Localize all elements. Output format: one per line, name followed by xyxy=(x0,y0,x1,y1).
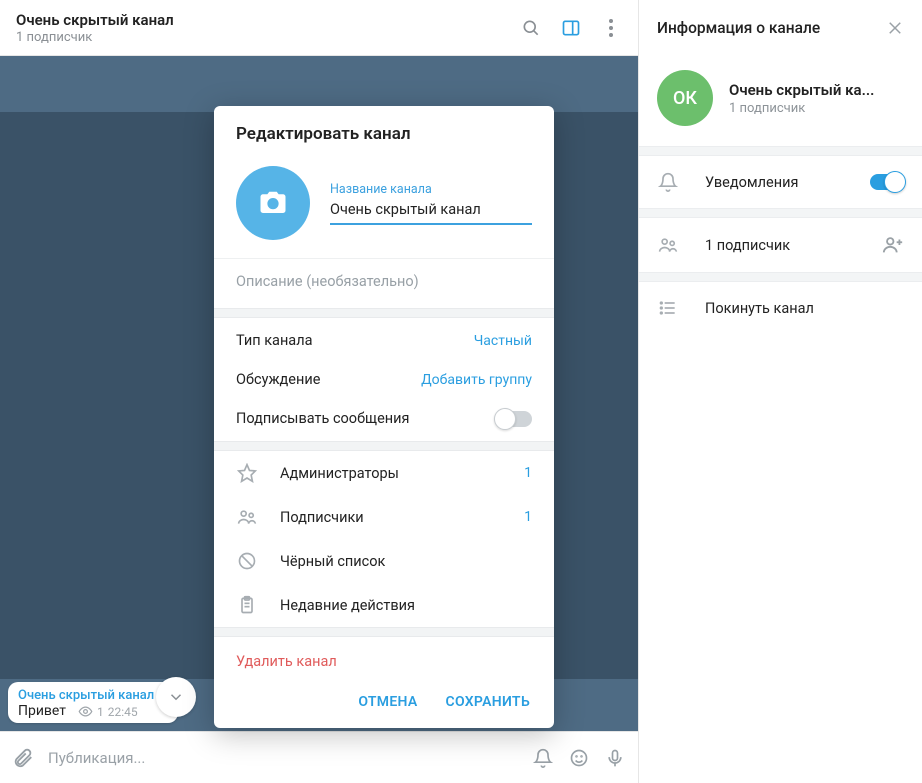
subscribers-label: Подписчики xyxy=(280,509,364,526)
emoji-icon[interactable] xyxy=(568,747,590,769)
administrators-row[interactable]: Администраторы 1 xyxy=(214,451,554,495)
people-icon xyxy=(657,235,679,255)
message-composer xyxy=(0,731,638,783)
administrators-label: Администраторы xyxy=(280,465,399,482)
add-subscriber-icon[interactable] xyxy=(882,234,904,256)
subscribers-count: 1 xyxy=(524,509,532,525)
discussion-label: Обсуждение xyxy=(236,371,320,388)
search-icon[interactable] xyxy=(520,17,542,39)
blacklist-row[interactable]: Чёрный список xyxy=(214,539,554,583)
message-channel-name: Очень скрытый канал xyxy=(18,688,168,703)
sign-messages-label: Подписывать сообщения xyxy=(236,410,409,427)
sign-messages-toggle[interactable] xyxy=(496,411,532,427)
message-views: 1 xyxy=(97,705,104,719)
message-text: Привет xyxy=(18,703,66,719)
scroll-down-button[interactable] xyxy=(156,677,196,717)
administrators-count: 1 xyxy=(524,465,532,481)
notifications-label: Уведомления xyxy=(705,174,798,191)
channel-name-label: Название канала xyxy=(330,182,532,197)
recent-actions-label: Недавние действия xyxy=(280,597,415,614)
leave-channel-label: Покинуть канал xyxy=(705,300,814,317)
subscribers-row[interactable]: Подписчики 1 xyxy=(214,495,554,539)
people-icon xyxy=(236,507,258,527)
channel-type-row[interactable]: Тип канала Частный xyxy=(214,318,554,363)
save-button[interactable]: СОХРАНИТЬ xyxy=(446,694,530,710)
views-icon xyxy=(78,704,93,719)
blacklist-label: Чёрный список xyxy=(280,553,385,570)
list-icon xyxy=(657,298,679,318)
chat-body: Очень скрытый канал Привет 1 22:45 Редак… xyxy=(0,56,638,731)
channel-type-value: Частный xyxy=(474,333,532,349)
message-time: 22:45 xyxy=(108,705,138,719)
delete-channel-button[interactable]: Удалить канал xyxy=(214,637,554,680)
leave-channel-row[interactable]: Покинуть канал xyxy=(639,282,922,334)
composer-input[interactable] xyxy=(48,749,518,767)
info-panel-title: Информация о канале xyxy=(657,19,886,37)
edit-channel-modal: Редактировать канал Название канала Опис… xyxy=(214,106,554,728)
discussion-action: Добавить группу xyxy=(421,372,532,388)
channel-name: Очень скрытый ка... xyxy=(729,81,874,99)
info-subscribers-label: 1 подписчик xyxy=(705,237,790,254)
channel-info-panel: Информация о канале ОК Очень скрытый ка.… xyxy=(638,0,922,783)
channel-name-input[interactable] xyxy=(330,197,532,225)
notifications-toggle[interactable] xyxy=(870,174,904,190)
message-meta: 1 22:45 xyxy=(78,704,138,719)
recent-actions-row[interactable]: Недавние действия xyxy=(214,583,554,627)
chat-title: Очень скрытый канал xyxy=(16,11,520,29)
star-icon xyxy=(236,463,258,483)
channel-subtitle: 1 подписчик xyxy=(729,101,874,116)
close-icon[interactable] xyxy=(886,19,904,37)
channel-photo-button[interactable] xyxy=(236,166,310,240)
more-icon[interactable] xyxy=(600,17,622,39)
discussion-row[interactable]: Обсуждение Добавить группу xyxy=(214,363,554,402)
chat-header: Очень скрытый канал 1 подписчик xyxy=(0,0,638,56)
sidebar-toggle-icon[interactable] xyxy=(560,17,582,39)
bell-icon xyxy=(657,172,679,192)
channel-summary[interactable]: ОК Очень скрытый ка... 1 подписчик xyxy=(639,56,922,146)
channel-description-input[interactable]: Описание (необязательно) xyxy=(214,258,554,308)
attach-icon[interactable] xyxy=(12,747,34,769)
block-icon xyxy=(236,551,258,571)
voice-message-icon[interactable] xyxy=(604,747,626,769)
chat-subtitle: 1 подписчик xyxy=(16,30,520,45)
notifications-row[interactable]: Уведомления xyxy=(639,156,922,208)
clipboard-icon xyxy=(236,595,258,615)
sign-messages-row[interactable]: Подписывать сообщения xyxy=(214,402,554,441)
cancel-button[interactable]: ОТМЕНА xyxy=(358,694,417,710)
channel-avatar: ОК xyxy=(657,70,713,126)
info-subscribers-row[interactable]: 1 подписчик xyxy=(639,218,922,272)
message-bubble[interactable]: Очень скрытый канал Привет 1 22:45 xyxy=(8,682,178,723)
channel-type-label: Тип канала xyxy=(236,332,312,349)
mute-notifications-icon[interactable] xyxy=(532,747,554,769)
chat-header-titles[interactable]: Очень скрытый канал 1 подписчик xyxy=(16,11,520,45)
modal-title: Редактировать канал xyxy=(214,106,554,160)
